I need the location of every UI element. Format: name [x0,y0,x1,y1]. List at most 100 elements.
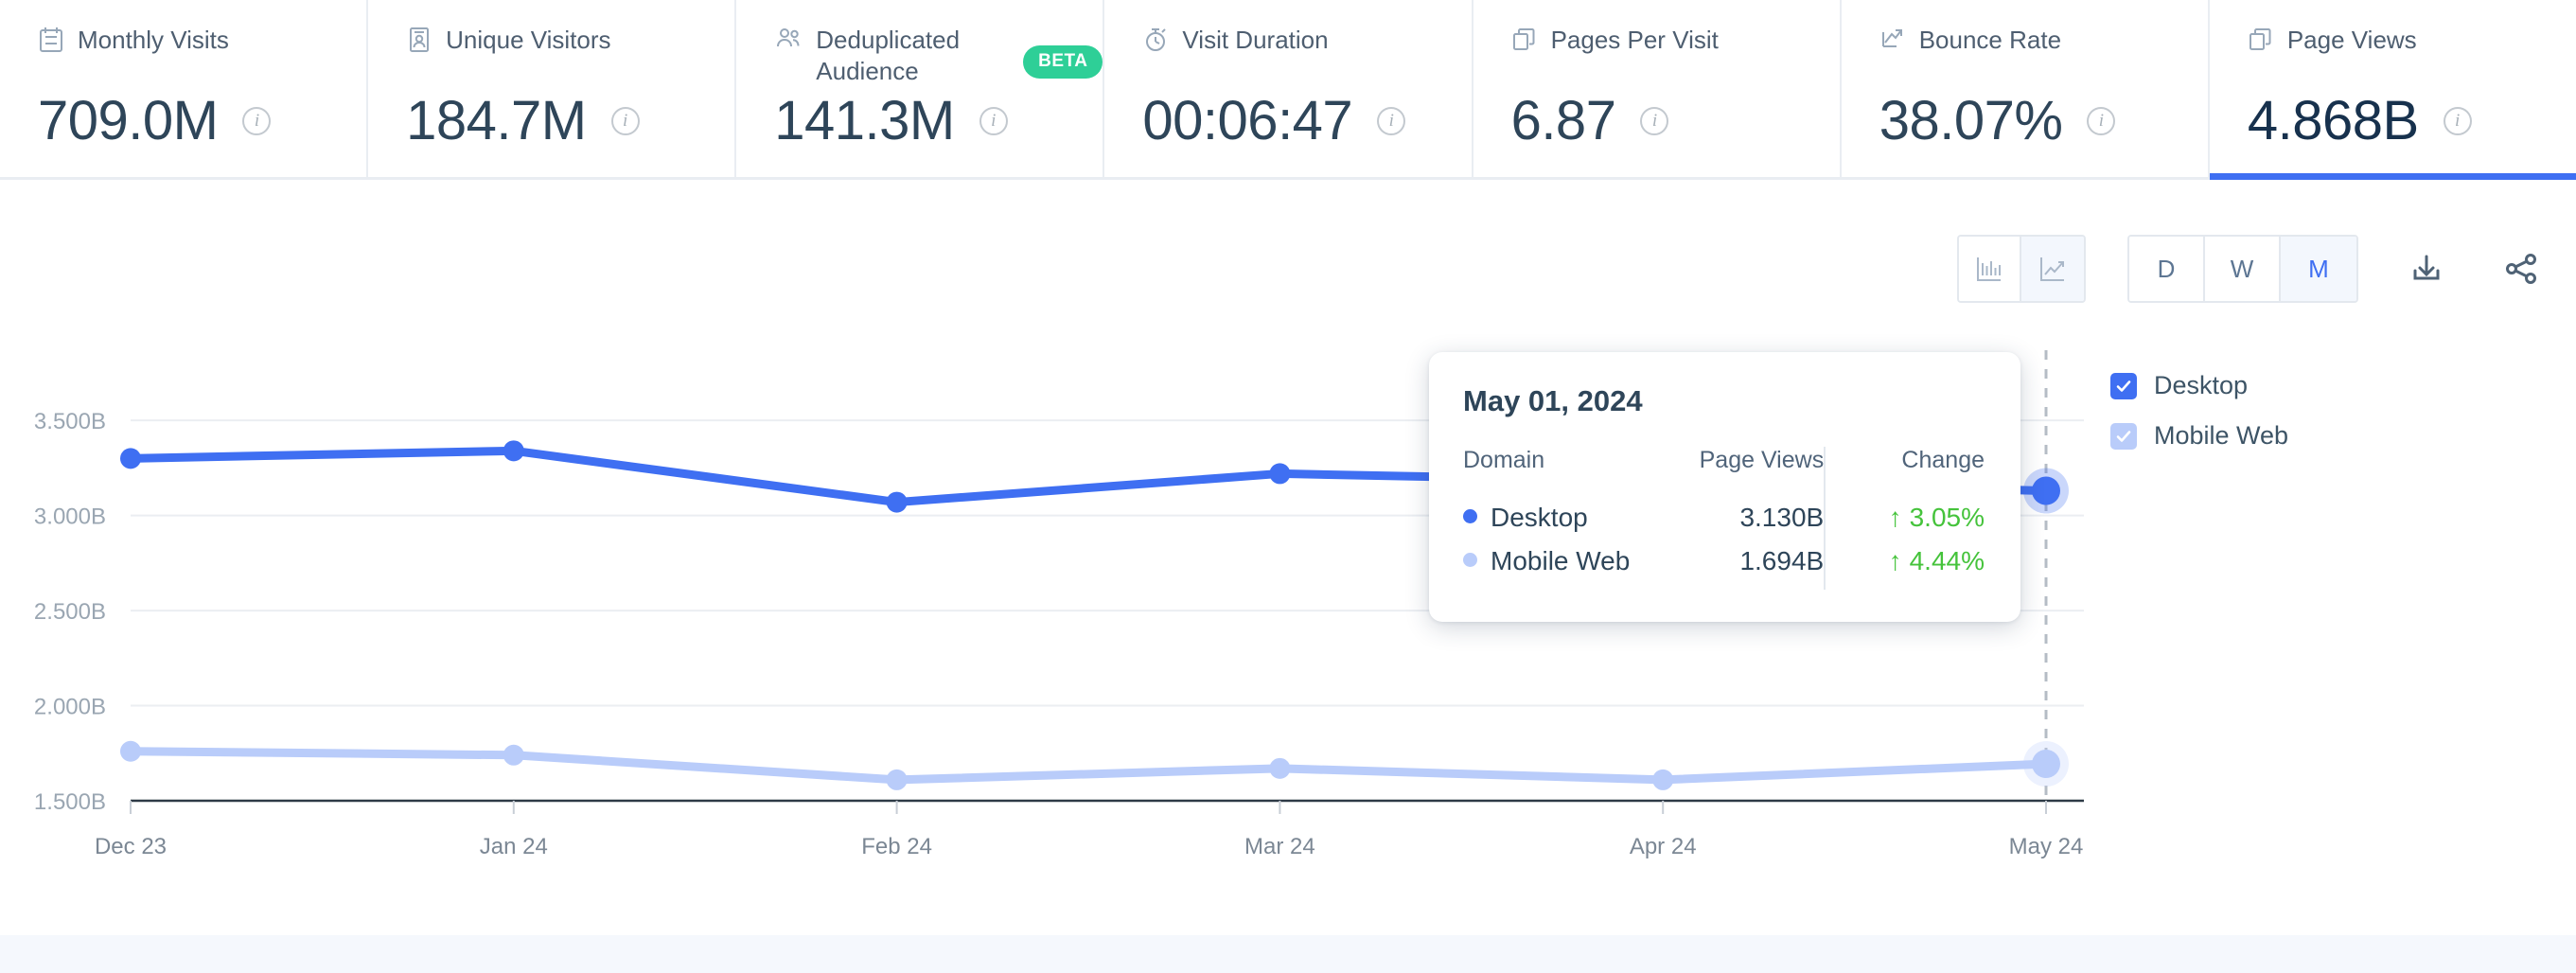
metric-tab-page-views[interactable]: Page Views 4.868B i [2210,0,2576,177]
granularity-toggle: D W M [2127,235,2358,303]
info-icon[interactable]: i [2444,107,2472,135]
x-axis-tick-label: Dec 23 [95,834,167,859]
tooltip-change-cell: ↑ 3.05% [1825,503,1985,546]
x-axis-tick-label: May 24 [2009,834,2084,859]
tooltip-domain-label: Mobile Web [1491,546,1630,575]
x-axis-tick-label: Mar 24 [1244,834,1315,859]
info-icon[interactable]: i [1377,107,1405,135]
data-point [503,440,524,461]
metric-label: Bounce Rate [1919,25,2061,56]
data-point-active [2032,477,2060,505]
tooltip-pageviews-cell: 1.694B [1669,546,1825,590]
legend-item-mobile-web[interactable]: Mobile Web [2110,421,2288,451]
change-value-mobile-web: ↑ 4.44% [1889,546,1985,575]
tooltip-row-desktop: Desktop 3.130B ↑ 3.05% [1463,503,1985,546]
metric-value: 6.87 [1511,89,1616,152]
legend-label: Mobile Web [2154,421,2288,451]
granularity-week[interactable]: W [2205,237,2281,301]
metric-value: 709.0M [38,89,218,152]
legend-label: Desktop [2154,371,2248,400]
x-axis-tick-label: Jan 24 [480,834,548,859]
pages-icon [1511,26,1538,54]
metric-header: Unique Visitors [406,25,734,87]
metric-header: Deduplicated Audience BETA [774,25,1103,87]
metric-label: Unique Visitors [446,25,610,56]
metric-label: Monthly Visits [78,25,229,56]
metric-header: Page Views [2248,25,2576,87]
chart-tooltip: May 01, 2024 Domain Page Views Change De… [1429,352,2020,622]
beta-badge: BETA [1023,45,1103,79]
metric-header: Visit Duration [1142,25,1471,87]
y-axis-tick-label: 2.000B [34,695,106,720]
data-point [120,741,141,762]
tooltip-domain-cell: Mobile Web [1463,546,1669,590]
y-axis-tick-label: 2.500B [34,599,106,625]
metric-value: 141.3M [774,89,954,152]
info-icon[interactable]: i [1640,107,1668,135]
download-icon[interactable] [2400,242,2453,295]
metric-value-row: 141.3M i [774,89,1103,152]
x-axis-tick-label: Apr 24 [1630,834,1697,859]
calendar-icon [38,26,64,54]
data-point [1269,463,1290,484]
tooltip-change-cell: ↑ 4.44% [1825,546,1985,590]
metric-value-row: 709.0M i [38,89,366,152]
metric-tab-monthly-visits[interactable]: Monthly Visits 709.0M i [0,0,368,177]
checkbox-desktop[interactable] [2110,373,2137,399]
granularity-month[interactable]: M [2281,237,2356,301]
metric-tab-deduplicated-audience[interactable]: Deduplicated Audience BETA 141.3M i [736,0,1104,177]
info-icon[interactable]: i [611,107,640,135]
metric-header: Pages Per Visit [1511,25,1840,87]
metric-header: Bounce Rate [1879,25,2208,87]
metric-tab-bounce-rate[interactable]: Bounce Rate 38.07% i [1842,0,2210,177]
info-icon[interactable]: i [979,107,1008,135]
chart-toolbar: D W M [1957,235,2548,303]
x-axis-tick-label: Feb 24 [861,834,932,859]
metric-tab-visit-duration[interactable]: Visit Duration 00:06:47 i [1104,0,1473,177]
change-pct: 3.05% [1910,503,1985,532]
share-icon[interactable] [2495,242,2548,295]
metric-tab-unique-visitors[interactable]: Unique Visitors 184.7M i [368,0,736,177]
arrow-up-icon: ↑ [1889,503,1902,532]
info-icon[interactable]: i [242,107,271,135]
data-point [120,448,141,469]
tooltip-header-row: Domain Page Views Change [1463,447,1985,503]
page-root: Monthly Visits 709.0M i Unique Visitors [0,0,2576,973]
tooltip-col-change: Change [1825,447,1985,503]
metric-tab-pages-per-visit[interactable]: Pages Per Visit 6.87 i [1473,0,1842,177]
info-icon[interactable]: i [2087,107,2115,135]
data-point-active [2032,750,2060,778]
chart-legend: Desktop Mobile Web [2110,371,2288,451]
legend-item-desktop[interactable]: Desktop [2110,371,2288,400]
arrow-up-icon: ↑ [1889,546,1902,575]
users-icon [774,26,803,54]
id-card-icon [406,26,432,54]
tooltip-date: May 01, 2024 [1463,384,1985,418]
metric-value: 4.868B [2248,89,2419,152]
metric-value: 184.7M [406,89,586,152]
bar-chart-icon[interactable] [1959,237,2021,301]
data-point [1652,770,1673,790]
tooltip-domain-cell: Desktop [1463,503,1669,546]
metric-value-row: 6.87 i [1511,89,1840,152]
metric-header: Monthly Visits [38,25,366,87]
data-point [887,770,908,790]
metric-label: Visit Duration [1182,25,1328,56]
y-axis-tick-label: 1.500B [34,789,106,815]
metric-value: 00:06:47 [1142,89,1352,152]
line-chart-icon[interactable] [2021,237,2084,301]
tooltip-col-domain: Domain [1463,447,1669,503]
data-point [1269,758,1290,779]
tooltip-table: Domain Page Views Change Desktop 3.130B … [1463,447,1985,590]
tooltip-pageviews-cell: 3.130B [1669,503,1825,546]
change-pct: 4.44% [1910,546,1985,575]
chart-type-toggle [1957,235,2086,303]
metric-value-row: 4.868B i [2248,89,2576,152]
checkbox-mobile-web[interactable] [2110,423,2137,450]
series-line-mobile-web [131,752,2046,780]
tooltip-col-page-views: Page Views [1669,447,1825,503]
granularity-day[interactable]: D [2129,237,2205,301]
metric-label: Pages Per Visit [1551,25,1719,56]
metric-label: Page Views [2287,25,2417,56]
data-point [503,745,524,766]
